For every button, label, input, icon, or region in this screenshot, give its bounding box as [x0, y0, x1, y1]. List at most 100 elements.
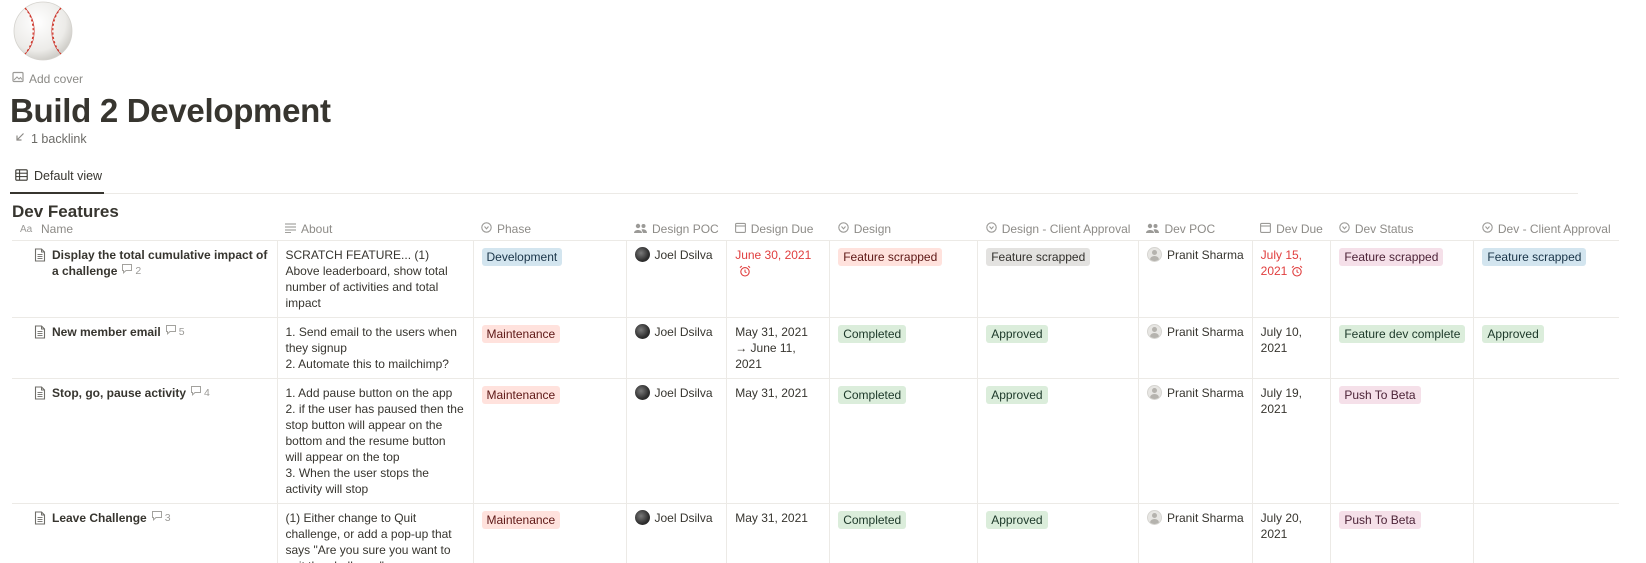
column-header[interactable]: Design Due [726, 218, 830, 241]
cell-dev-due[interactable]: July 15, 2021 [1252, 240, 1332, 318]
cell-dev-due[interactable]: July 19, 2021 [1252, 378, 1332, 504]
cell-dev-client-approval[interactable]: Feature scrapped [1473, 240, 1619, 318]
comment-count[interactable]: 2 [121, 263, 141, 279]
table-row[interactable]: Leave Challenge 3 (1) Either change to Qui… [12, 503, 1619, 563]
comment-count[interactable]: 3 [151, 510, 171, 526]
cell-phase[interactable]: Maintenance [473, 378, 627, 504]
cell-phase[interactable]: Maintenance [473, 317, 627, 379]
cell-dev-poc[interactable]: Pranit Sharma [1138, 503, 1253, 563]
cell-design-poc[interactable]: Joel Dsilva [626, 317, 728, 379]
status-icon [985, 221, 997, 237]
cell-design-due[interactable]: May 31, 2021 [726, 378, 831, 504]
dev-due-date: July 19, 2021 [1260, 385, 1302, 416]
row-name-inner: Leave Challenge 3 [34, 510, 269, 529]
cell-dev-status[interactable]: Push To Beta [1330, 378, 1475, 504]
cell-dev-client-approval[interactable] [1473, 378, 1619, 504]
cell-dev-poc[interactable]: Pranit Sharma [1138, 240, 1253, 318]
about-text: SCRATCH FEATURE... (1) Above leaderboard… [285, 247, 448, 310]
text-icon [285, 221, 296, 237]
table-header-row: Aa Name About Phase Design POC Design Due Desi… [12, 218, 1619, 241]
person-name: Pranit Sharma [1166, 385, 1244, 400]
avatar [1146, 510, 1162, 525]
cell-dev-poc[interactable]: Pranit Sharma [1138, 317, 1253, 379]
table-icon [15, 168, 28, 184]
comment-count[interactable]: 4 [190, 385, 210, 401]
avatar [634, 385, 650, 400]
cell-dev-client-approval[interactable] [1473, 503, 1619, 563]
cell-design[interactable]: Completed [829, 317, 979, 379]
design-due-date: June 30, 2021 [735, 247, 812, 262]
person: Joel Dsilva [634, 324, 719, 340]
cell-dev-status[interactable]: Feature dev complete [1330, 317, 1475, 379]
row-name-inner: Display the total cumulative impact of a… [34, 247, 269, 279]
title-icon: Aa [20, 221, 36, 237]
column-header[interactable]: Dev Status [1330, 218, 1474, 241]
page-icon [34, 247, 46, 266]
cell-phase[interactable]: Development [473, 240, 627, 318]
cell-dev-status[interactable]: Feature scrapped [1330, 240, 1475, 318]
avatar [634, 324, 650, 339]
column-header[interactable]: Aa Name [12, 218, 277, 241]
cell-dev-due[interactable]: July 20, 2021 [1252, 503, 1332, 563]
column-header[interactable]: Design POC [626, 218, 727, 241]
cell-name[interactable]: Stop, go, pause activity 4 [12, 378, 278, 504]
cell-design[interactable]: Feature scrapped [829, 240, 979, 318]
arrow-down-left-icon [14, 131, 26, 146]
comment-count[interactable]: 5 [165, 324, 185, 340]
cell-name[interactable]: Leave Challenge 3 [12, 503, 278, 563]
cell-about[interactable]: 1. Send email to the users when they sig… [277, 317, 474, 379]
backlinks-button[interactable]: 1 backlink [14, 131, 87, 146]
row-name-inner: Stop, go, pause activity 4 [34, 385, 269, 404]
table-row[interactable]: Stop, go, pause activity 4 1. Add pause bu… [12, 378, 1619, 504]
dev-due-date: July 10, 2021 [1260, 324, 1302, 355]
cell-name[interactable]: Display the total cumulative impact of a… [12, 240, 278, 318]
cell-dev-due[interactable]: July 10, 2021 [1252, 317, 1332, 379]
page-title[interactable]: Build 2 Development [10, 92, 331, 130]
cell-design-client-approval[interactable]: Approved [977, 378, 1139, 504]
baseball-icon[interactable] [12, 0, 74, 62]
table-row[interactable]: New member email 5 1. Send email to the us… [12, 317, 1619, 379]
cell-design-client-approval[interactable]: Feature scrapped [977, 240, 1139, 318]
avatar [634, 247, 650, 262]
cell-design-due[interactable]: May 31, 2021 [726, 503, 831, 563]
person-name: Joel Dsilva [654, 385, 713, 400]
column-header[interactable]: Design - Client Approval [977, 218, 1139, 241]
design-due-date: May 31, 2021 [735, 510, 808, 525]
add-cover-button[interactable]: Add cover [12, 71, 83, 86]
column-header[interactable]: About [277, 218, 473, 241]
status-icon [1482, 221, 1493, 237]
column-header[interactable]: Dev Due [1252, 218, 1331, 241]
cell-dev-client-approval[interactable]: Approved [1473, 317, 1619, 379]
cell-about[interactable]: 1. Add pause button on the app 2. if the… [277, 378, 474, 504]
cell-design-poc[interactable]: Joel Dsilva [626, 240, 728, 318]
table-body: Display the total cumulative impact of a… [12, 240, 1619, 563]
column-header-label: Phase [497, 222, 532, 236]
comment-icon [151, 510, 163, 526]
cell-design-due[interactable]: May 31, 2021 → June 11, 2021 [726, 317, 831, 379]
column-header[interactable]: Design [829, 218, 978, 241]
cell-design-poc[interactable]: Joel Dsilva [626, 503, 728, 563]
cell-design[interactable]: Completed [829, 378, 979, 504]
table-row[interactable]: Display the total cumulative impact of a… [12, 240, 1619, 318]
cell-design-client-approval[interactable]: Approved [977, 317, 1139, 379]
cell-dev-status[interactable]: Push To Beta [1330, 503, 1475, 563]
people-icon [1146, 221, 1160, 237]
comment-count-value: 4 [204, 386, 210, 399]
cell-design-client-approval[interactable]: Approved [977, 503, 1139, 563]
cell-design-due[interactable]: June 30, 2021 [726, 240, 831, 318]
column-header[interactable]: Phase [473, 218, 626, 241]
column-header[interactable]: Dev - Client Approval [1473, 218, 1619, 241]
cell-phase[interactable]: Maintenance [473, 503, 627, 563]
column-header-label: Dev Due [1276, 222, 1323, 236]
cell-name[interactable]: New member email 5 [12, 317, 278, 379]
cell-about[interactable]: SCRATCH FEATURE... (1) Above leaderboard… [277, 240, 474, 318]
column-header[interactable]: Dev POC [1138, 218, 1253, 241]
avatar [1146, 247, 1162, 262]
about-text: (1) Either change to Quit challenge, or … [285, 510, 452, 563]
cell-design-poc[interactable]: Joel Dsilva [626, 378, 728, 504]
cell-design[interactable]: Completed [829, 503, 979, 563]
alarm-icon [739, 265, 751, 281]
cell-dev-poc[interactable]: Pranit Sharma [1138, 378, 1253, 504]
cell-about[interactable]: (1) Either change to Quit challenge, or … [277, 503, 474, 563]
tab-default-view[interactable]: Default view [10, 160, 104, 194]
